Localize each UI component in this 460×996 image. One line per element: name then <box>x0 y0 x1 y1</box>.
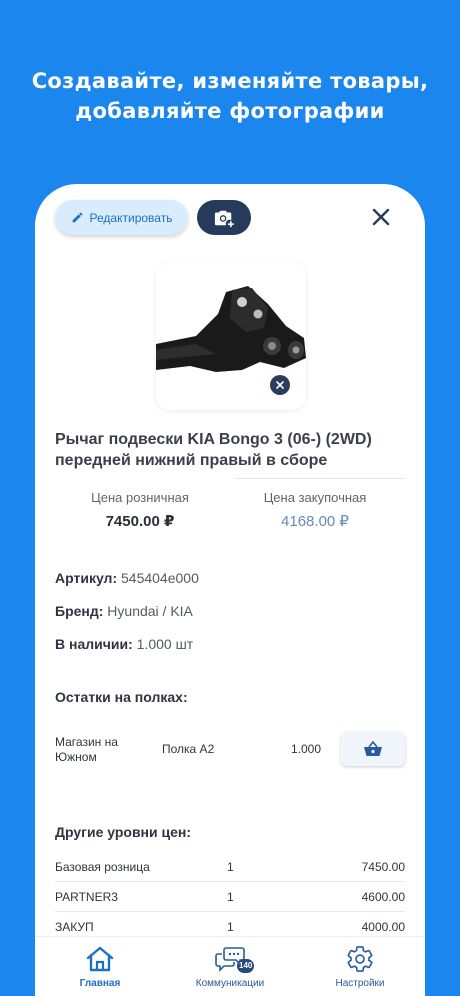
retail-price-block: Цена розничная 7450.00 ₽ <box>65 490 215 530</box>
shelf-store: Магазин на Южном <box>55 735 118 764</box>
divider <box>235 478 405 479</box>
shelf-row: Магазин на Южном Полка А2 1.000 <box>55 732 405 772</box>
retail-price-value: 7450.00 ₽ <box>105 513 175 530</box>
basket-icon <box>364 741 382 756</box>
nav-item-communications[interactable]: 140 Коммуникации <box>180 943 280 989</box>
price-level-qty: 1 <box>227 860 234 874</box>
edit-button[interactable]: Редактировать <box>55 200 188 235</box>
retail-price-label: Цена розничная <box>91 490 189 505</box>
article-row: Артикул: 545404e000 <box>55 570 199 586</box>
price-level-name: PARTNER3 <box>55 890 118 904</box>
product-title: Рычаг подвески KIA Bongo 3 (06-) (2WD) п… <box>55 431 372 469</box>
edit-button-label: Редактировать <box>89 210 173 225</box>
home-icon <box>86 946 114 972</box>
brand-label: Бренд: <box>55 603 104 619</box>
nav-label-settings: Настройки <box>335 978 385 989</box>
brand-value: Hyundai / KIA <box>107 603 193 619</box>
add-photo-button[interactable] <box>197 200 251 235</box>
toolbar: Редактировать <box>55 200 405 236</box>
price-level-price: 4600.00 <box>361 890 405 904</box>
brand-row: Бренд: Hyundai / KIA <box>55 603 193 619</box>
stock-label: В наличии: <box>55 636 133 652</box>
camera-plus-icon <box>214 210 234 227</box>
gear-icon <box>347 946 373 972</box>
pencil-icon <box>72 212 82 223</box>
suspension-arm-image <box>156 286 306 372</box>
close-icon <box>276 381 284 389</box>
price-level-qty: 1 <box>227 920 234 934</box>
close-icon <box>372 208 390 226</box>
notification-badge: 140 <box>237 959 255 973</box>
stock-value: 1.000 шт <box>136 636 194 652</box>
promo-headline-line1: Создавайте, изменяйте товары, <box>31 69 429 93</box>
nav-item-home[interactable]: Главная <box>50 943 150 989</box>
product-photo[interactable] <box>156 262 306 410</box>
remove-photo-button[interactable] <box>270 375 290 395</box>
nav-label-home: Главная <box>79 978 121 989</box>
stock-row: В наличии: 1.000 шт <box>55 636 193 652</box>
bottom-navigation: Главная 140 Коммуникации Настройки <box>35 936 425 996</box>
nav-item-settings[interactable]: Настройки <box>310 943 410 989</box>
price-level-name: Базовая розница <box>55 860 150 874</box>
price-level-row: Базовая розница 1 7450.00 <box>55 852 405 882</box>
promo-headline-line2: добавляйте фотографии <box>75 99 385 123</box>
purchase-price-value: 4168.00 ₽ <box>281 513 349 530</box>
price-level-row: PARTNER3 1 4600.00 <box>55 882 405 912</box>
phone-screen: Редактировать Рычаг подвески KIA Bongo 3… <box>35 184 425 996</box>
close-button[interactable] <box>369 205 393 229</box>
price-levels-title: Другие уровни цен: <box>55 824 192 840</box>
price-level-qty: 1 <box>227 890 234 904</box>
shelf-quantity: 1.000 <box>291 742 322 756</box>
purchase-price-label: Цена закупочная <box>263 490 367 505</box>
price-level-price: 7450.00 <box>361 860 405 874</box>
shelf-position: Полка А2 <box>162 742 215 756</box>
article-label: Артикул: <box>55 570 118 586</box>
article-value: 545404e000 <box>121 570 199 586</box>
price-level-price: 4000.00 <box>361 920 405 934</box>
nav-label-communications: Коммуникации <box>195 978 265 989</box>
add-to-cart-button[interactable] <box>341 732 405 766</box>
shelves-title: Остатки на полках: <box>55 689 188 705</box>
price-level-name: ЗАКУП <box>55 920 94 934</box>
promo-headline: Создавайте, изменяйте товары, добавляйте… <box>0 66 460 126</box>
purchase-price-block: Цена закупочная 4168.00 ₽ <box>240 490 390 530</box>
